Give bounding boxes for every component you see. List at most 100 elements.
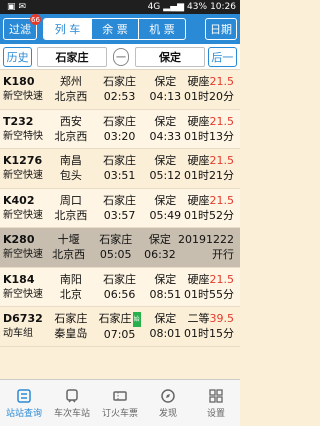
search-icon [16,388,32,404]
train-row[interactable]: K180 新空快速 郑州 北京西 石家庄 02:53 保定 04:13 硬座21.5 01… [0,70,240,110]
ticket-price: 21.5 [209,272,235,286]
train-origin: 北京 [59,287,82,301]
train-from: 西安 [59,114,82,128]
train-number: K280 [3,233,35,247]
travel-duration: 01时21分 [184,169,234,183]
arr-time: 05:49 [149,208,182,222]
train-row[interactable]: K184 新空快速 南阳 北京 石家庄 06:56 保定 08:51 硬座21.5 01时… [0,267,240,307]
seat-class: 二等 [187,312,210,326]
from-station-field[interactable]: 石家庄 [37,46,107,67]
travel-duration: 01时13分 [184,129,234,143]
ticket-price: 21.5 [209,193,235,207]
seat-class: 硬座 [187,75,210,89]
run-date: 20191222 [178,233,234,247]
signal-icon: ▂▄▆ [163,2,185,12]
train-number: K402 [3,193,35,207]
dep-time: 02:53 [103,90,136,104]
train-origin: 北京西 [52,248,86,262]
history-button[interactable]: 历史 [3,46,33,67]
train-type: 动车组 [3,328,33,340]
ticket-price: 21.5 [209,154,235,168]
tab-trains[interactable]: 列 车 [44,19,91,39]
arr-station: 保定 [154,154,177,168]
nav-label: 发现 [158,408,177,419]
run-status: 开行 [212,248,234,262]
train-from: 十堰 [57,233,80,247]
tab-flights[interactable]: 机 票 [138,19,185,39]
filter-count-badge: 66 [30,14,41,25]
train-origin: 包头 [59,169,82,183]
train-origin: 北京西 [54,129,88,143]
arr-station: 保定 [154,114,177,128]
seat-class: 硬座 [187,154,210,168]
sms-icon: ✉ [18,2,27,12]
train-row[interactable]: T232 新空特快 西安 北京西 石家庄 03:20 保定 04:33 硬座21.5 01… [0,109,240,149]
dep-time: 03:51 [103,169,136,183]
travel-duration: 01时15分 [184,327,234,341]
train-number: K1276 [3,154,43,168]
train-origin: 北京西 [54,208,88,222]
swap-stations-button[interactable]: 一 [112,47,130,66]
nav-discover[interactable]: 发现 [144,380,192,426]
train-type: 新空快速 [3,249,43,261]
train-number: K180 [3,75,35,89]
nav-book-ticket[interactable]: 订火车票 [96,380,144,426]
nav-settings[interactable]: 设置 [192,380,240,426]
clock: 10:26 [210,2,236,12]
tab-remaining-tickets[interactable]: 余 票 [91,19,138,39]
dep-station: 石家庄 [103,75,137,89]
filter-label: 过滤 [9,23,31,36]
filter-button[interactable]: 过滤 66 [3,14,41,40]
dep-station: 石家庄 [98,312,132,325]
train-from: 南昌 [59,154,82,168]
arr-time: 08:51 [149,287,182,301]
settings-icon [208,388,224,404]
train-origin: 北京西 [54,90,88,104]
top-toolbar: 过滤 66 列 车 余 票 机 票 日期 [0,14,240,44]
nav-train-station[interactable]: 车次车站 [48,380,96,426]
nav-label: 订火车票 [101,408,138,419]
arr-station: 保定 [154,272,177,286]
dep-station: 石家庄 [103,272,137,286]
dep-station: 石家庄 [99,233,133,247]
arr-station: 保定 [148,233,171,247]
train-row[interactable]: K280 新空快速 十堰 北京西 石家庄 05:05 保定 06:32 20191222… [0,228,240,268]
compass-icon [160,388,176,404]
arr-station: 保定 [154,75,177,89]
train-type: 新空快速 [3,170,43,182]
signal-label: 4G [147,2,161,12]
train-icon [64,388,80,404]
app-notification-icon: ▣ [7,2,16,12]
train-from: 郑州 [59,75,82,89]
nav-label: 车次车站 [53,408,90,419]
train-from: 石家庄 [54,312,88,326]
dep-time: 03:20 [103,129,136,143]
train-from: 南阳 [59,272,82,286]
train-row[interactable]: K1276 新空快速 南昌 包头 石家庄 03:51 保定 05:12 硬座21.5 01… [0,149,240,189]
arr-time: 08:01 [149,327,182,341]
date-button[interactable]: 日期 [205,18,237,40]
dep-time: 03:57 [103,208,136,222]
seat-class: 硬座 [187,193,210,207]
train-row[interactable]: D6732 动车组 石家庄 秦皇岛 石家庄始 07:05 保定 08:01 二等39.5… [0,307,240,347]
train-number: D6732 [3,312,43,326]
train-list: K180 新空快速 郑州 北京西 石家庄 02:53 保定 04:13 硬座21.5 01… [0,70,240,373]
ticket-price: 39.5 [209,312,235,326]
route-bar: 历史 石家庄 一 保定 后一 [0,44,240,70]
train-origin: 秦皇岛 [54,327,88,341]
train-row[interactable]: K402 新空快速 周口 北京西 石家庄 03:57 保定 05:49 硬座21.5 01… [0,188,240,228]
train-type: 新空特快 [3,130,43,142]
train-type: 新空快速 [3,91,43,103]
train-number: T232 [3,114,34,128]
nav-label: 站站查询 [5,408,42,419]
nav-station-search[interactable]: 站站查询 [0,380,48,426]
train-type: 新空快速 [3,209,43,221]
train-from: 周口 [59,193,82,207]
train-number: K184 [3,272,35,286]
arr-time: 05:12 [149,169,182,183]
to-station-field[interactable]: 保定 [135,46,205,67]
nav-label: 设置 [206,408,225,419]
next-button[interactable]: 后一 [207,46,238,67]
arr-time: 04:33 [149,129,182,143]
dep-time: 06:56 [103,287,136,301]
